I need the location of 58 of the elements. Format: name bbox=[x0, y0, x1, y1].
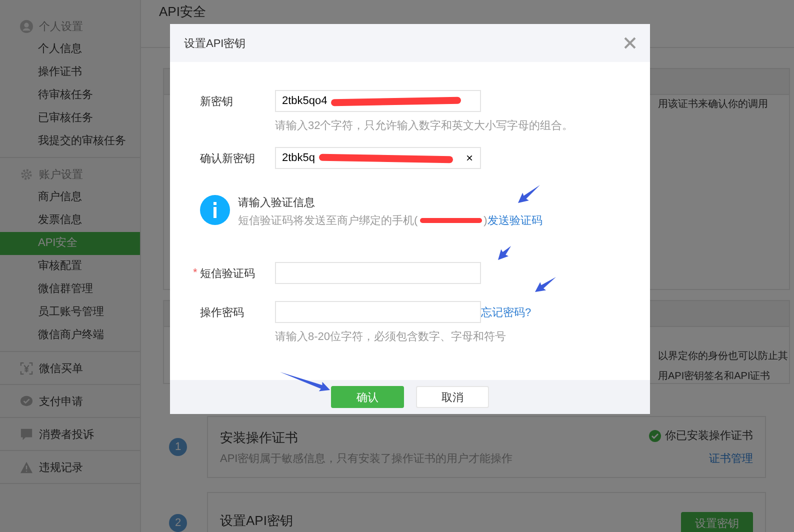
sidebar-item[interactable]: 审核配置 bbox=[0, 255, 140, 278]
close-button[interactable] bbox=[624, 37, 636, 49]
info-description-end: ) bbox=[484, 214, 488, 226]
clear-button[interactable]: × bbox=[466, 151, 473, 165]
sidebar-item[interactable]: 员工账号管理 bbox=[0, 301, 140, 324]
panel-text: 用API密钥签名和API证书 bbox=[658, 370, 772, 383]
confirm-button[interactable]: 确认 bbox=[331, 386, 404, 408]
annotation-arrow bbox=[280, 372, 330, 392]
close-icon bbox=[624, 37, 636, 49]
field-label: 新密钥 bbox=[200, 94, 234, 108]
step-title: 安装操作证书 bbox=[220, 428, 299, 446]
chat-icon bbox=[20, 428, 33, 440]
field-label: 短信验证码 bbox=[200, 266, 256, 280]
sidebar-item[interactable]: 我提交的审核任务 bbox=[0, 130, 140, 153]
sidebar-item[interactable]: 个人信息 bbox=[0, 38, 140, 61]
panel-text: 用该证书来确认你的调用 bbox=[658, 98, 769, 111]
annotation-arrow bbox=[518, 185, 540, 203]
sidebar-item[interactable]: 已审核任务 bbox=[0, 107, 140, 130]
dialog-title: 设置API密钥 bbox=[184, 36, 246, 50]
field-hint: 请输入32个字符，只允许输入数字和英文大小写字母的组合。 bbox=[275, 118, 574, 133]
field-label: 操作密码 bbox=[200, 306, 245, 320]
annotation-arrow bbox=[535, 277, 556, 292]
redaction-mark bbox=[420, 218, 482, 223]
step-number: 2 bbox=[169, 514, 187, 532]
input-field[interactable] bbox=[275, 262, 481, 284]
sidebar-section-title[interactable]: 支付申请 bbox=[39, 394, 83, 408]
cancel-button[interactable]: 取消 bbox=[416, 386, 489, 408]
check-circle-icon bbox=[649, 430, 661, 442]
sidebar-section-title[interactable]: 微信买单 bbox=[39, 360, 83, 376]
info-description: 短信验证码将发送至商户绑定的手机( bbox=[238, 214, 418, 228]
field-label: 确认新密钥 bbox=[200, 152, 256, 166]
sidebar-item[interactable]: 商户信息 bbox=[0, 186, 140, 209]
send-code-link[interactable]: 发送验证码 bbox=[487, 213, 542, 228]
settings-icon bbox=[20, 168, 33, 180]
yuan-scan-icon bbox=[20, 362, 33, 374]
check-bubble-icon bbox=[20, 394, 33, 408]
sidebar-item[interactable]: 操作证书 bbox=[0, 61, 140, 84]
user-icon bbox=[20, 20, 33, 32]
info-icon bbox=[200, 195, 230, 225]
sidebar-item[interactable]: 待审核任务 bbox=[0, 84, 140, 107]
sidebar-item[interactable]: 发票信息 bbox=[0, 209, 140, 232]
step-title: 设置API密钥 bbox=[220, 512, 293, 530]
sidebar-section-title[interactable]: 消费者投诉 bbox=[39, 426, 94, 442]
certificate-link[interactable]: 证书管理 bbox=[709, 451, 753, 466]
sidebar-item[interactable]: 微信商户终端 bbox=[0, 324, 140, 347]
info-title: 请输入验证信息 bbox=[238, 196, 316, 210]
warning-icon bbox=[20, 460, 33, 474]
forgot-password-link[interactable]: 忘记密码? bbox=[481, 304, 532, 320]
required-mark: * bbox=[193, 267, 198, 279]
step-number: 1 bbox=[169, 438, 187, 456]
field-hint: 请输入8-20位字符，必须包含数字、字母和符号 bbox=[275, 330, 508, 344]
sidebar-item[interactable]: 微信群管理 bbox=[0, 278, 140, 301]
status-text: 你已安装操作证书 bbox=[665, 428, 753, 443]
input-field[interactable] bbox=[275, 301, 481, 323]
sidebar-item[interactable]: API安全 bbox=[0, 232, 140, 255]
panel-text: 以界定你的身份也可以防止其 bbox=[658, 350, 789, 363]
annotation-arrow bbox=[498, 246, 511, 260]
sidebar-section-title[interactable]: 违规记录 bbox=[39, 460, 83, 474]
